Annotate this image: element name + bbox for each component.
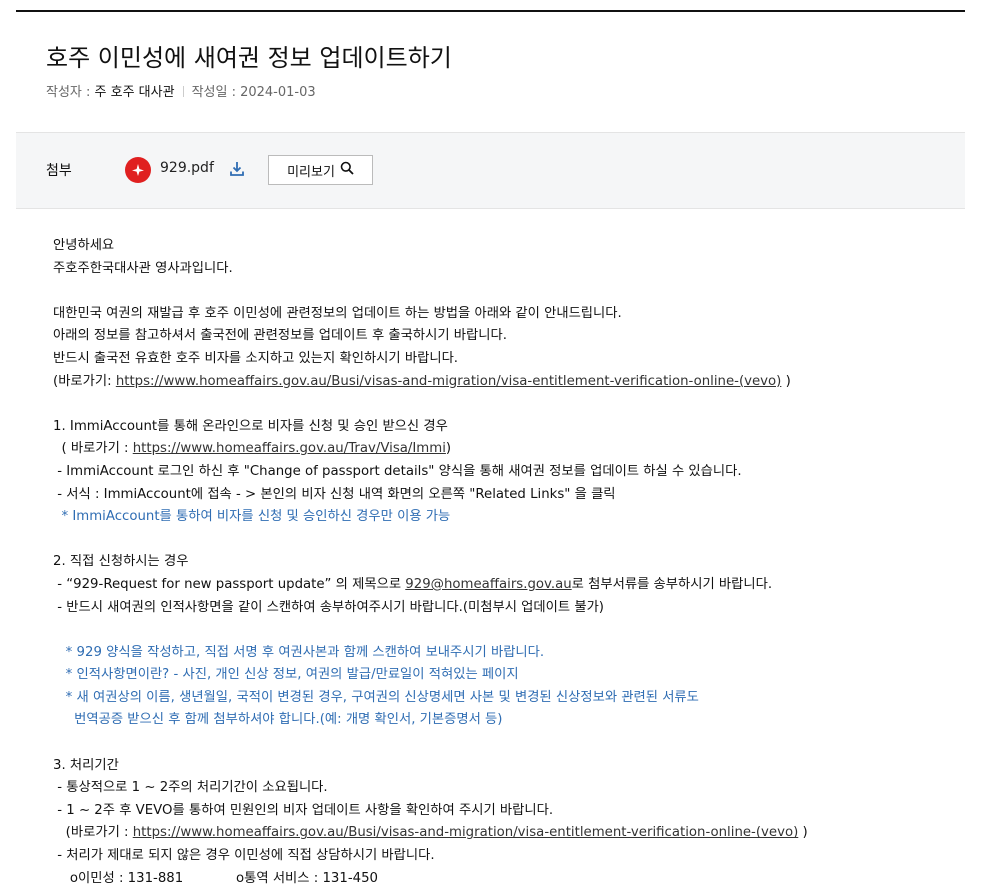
section-3-title: 3. 처리기간 (53, 757, 119, 773)
immi-link-line: ( 바로가기 : https://www.homeaffairs.gov.au/… (53, 438, 953, 461)
link-suffix: ) (781, 373, 791, 389)
section-2-bullet: - “929-Request for new passport update” … (53, 574, 953, 597)
vevo-link[interactable]: https://www.homeaffairs.gov.au/Busi/visa… (116, 374, 782, 389)
vevo-link-line: (바로가기 : https://www.homeaffairs.gov.au/B… (53, 822, 953, 845)
post-date: 2024-01-03 (240, 85, 316, 100)
meta-divider (182, 86, 184, 97)
bullet-text: - “929-Request for new passport update” … (53, 576, 406, 592)
intro-line: 아래의 정보를 참고하셔서 출국전에 관련정보를 업데이트 후 출국하시기 바랍… (53, 328, 507, 344)
link-prefix: (바로가기 : (53, 825, 133, 841)
section-2-note: * 새 여권상의 이름, 생년월일, 국적이 변경된 경우, 구여권의 신상명세… (53, 689, 699, 705)
search-icon (340, 161, 354, 179)
section-2-bullet: - 반드시 새여권의 인적사항면을 같이 스캔하여 송부하여주시기 바랍니다.(… (53, 599, 604, 615)
attachment-file-link[interactable]: 929.pdf (160, 160, 214, 176)
section-3-bullet: - 통상적으로 1 ~ 2주의 처리기간이 소요됩니다. (53, 780, 328, 796)
section-1-note: * ImmiAccount를 통하여 비자를 신청 및 승인하신 경우만 이용 … (53, 509, 451, 525)
link-suffix: ) (798, 825, 808, 841)
attachment-bar: 첨부 929.pdf 미리보기 (16, 132, 965, 209)
preview-button-label: 미리보기 (287, 164, 335, 180)
email-link[interactable]: 929@homeaffairs.gov.au (405, 577, 571, 592)
article-meta: 작성자 : 주 호주 대사관 작성일 : 2024-01-03 (46, 83, 316, 103)
bullet-text: 로 첨부서류를 송부하시기 바랍니다. (571, 576, 773, 592)
greeting-line: 주호주한국대사관 영사과입니다. (53, 260, 233, 276)
pdf-icon (125, 157, 151, 183)
section-1-bullet: - 서식 : ImmiAccount에 접속 - > 본인의 비자 신청 내역 … (53, 486, 616, 502)
page-title: 호주 이민성에 새여권 정보 업데이트하기 (46, 44, 452, 72)
author-name: 주 호주 대사관 (94, 85, 175, 100)
contact-line: o이민성 : 131-881 o통역 서비스 : 131-450 (53, 868, 953, 891)
download-icon[interactable] (229, 161, 245, 177)
section-2-title: 2. 직접 신청하시는 경우 (53, 554, 189, 570)
link-suffix: ) (445, 441, 452, 457)
author-label: 작성자 : (46, 85, 95, 100)
section-2-note: 번역공증 받으신 후 함께 첨부하셔야 합니다.(예: 개명 확인서, 기본증명… (53, 712, 503, 728)
intro-line: 반드시 출국전 유효한 호주 비자를 소지하고 있는지 확인하시기 바랍니다. (53, 350, 459, 366)
immigration-phone: o이민성 : 131-881 (53, 870, 184, 886)
section-2-note: * 인적사항면이란? - 사진, 개인 신상 정보, 여권의 발급/만료일이 적… (53, 667, 519, 683)
intro-line: 대한민국 여권의 재발급 후 호주 이민성에 관련정보의 업데이트 하는 방법을… (53, 305, 622, 321)
interpreter-phone: o통역 서비스 : 131-450 (236, 870, 379, 886)
article-body: 안녕하세요 주호주한국대사관 영사과입니다. 대한민국 여권의 재발급 후 호주… (53, 235, 953, 890)
link-prefix: (바로가기: (53, 373, 116, 389)
immi-link[interactable]: https://www.homeaffairs.gov.au/Trav/Visa… (133, 441, 446, 456)
date-label: 작성일 : (191, 85, 241, 100)
section-1-title: 1. ImmiAccount를 통해 온라인으로 비자를 신청 및 승인 받으신… (53, 418, 448, 434)
greeting-line: 안녕하세요 (53, 238, 115, 253)
vevo-link[interactable]: https://www.homeaffairs.gov.au/Busi/visa… (133, 825, 799, 840)
section-3-bullet: - 처리가 제대로 되지 않은 경우 이민성에 직접 상담하시기 바랍니다. (53, 848, 435, 864)
section-3-bullet: - 1 ~ 2주 후 VEVO를 통하여 민원인의 비자 업데이트 사항을 확인… (53, 802, 554, 818)
vevo-link-line: (바로가기: https://www.homeaffairs.gov.au/Bu… (53, 371, 953, 394)
section-1-bullet: - ImmiAccount 로그인 하신 후 "Change of passpo… (53, 463, 742, 479)
section-2-note: * 929 양식을 작성하고, 직접 서명 후 여권사본과 함께 스캔하여 보내… (53, 644, 545, 660)
preview-button[interactable]: 미리보기 (268, 155, 373, 185)
top-divider (16, 10, 965, 12)
attachment-label: 첨부 (46, 163, 72, 179)
link-prefix: ( 바로가기 : (53, 441, 133, 457)
